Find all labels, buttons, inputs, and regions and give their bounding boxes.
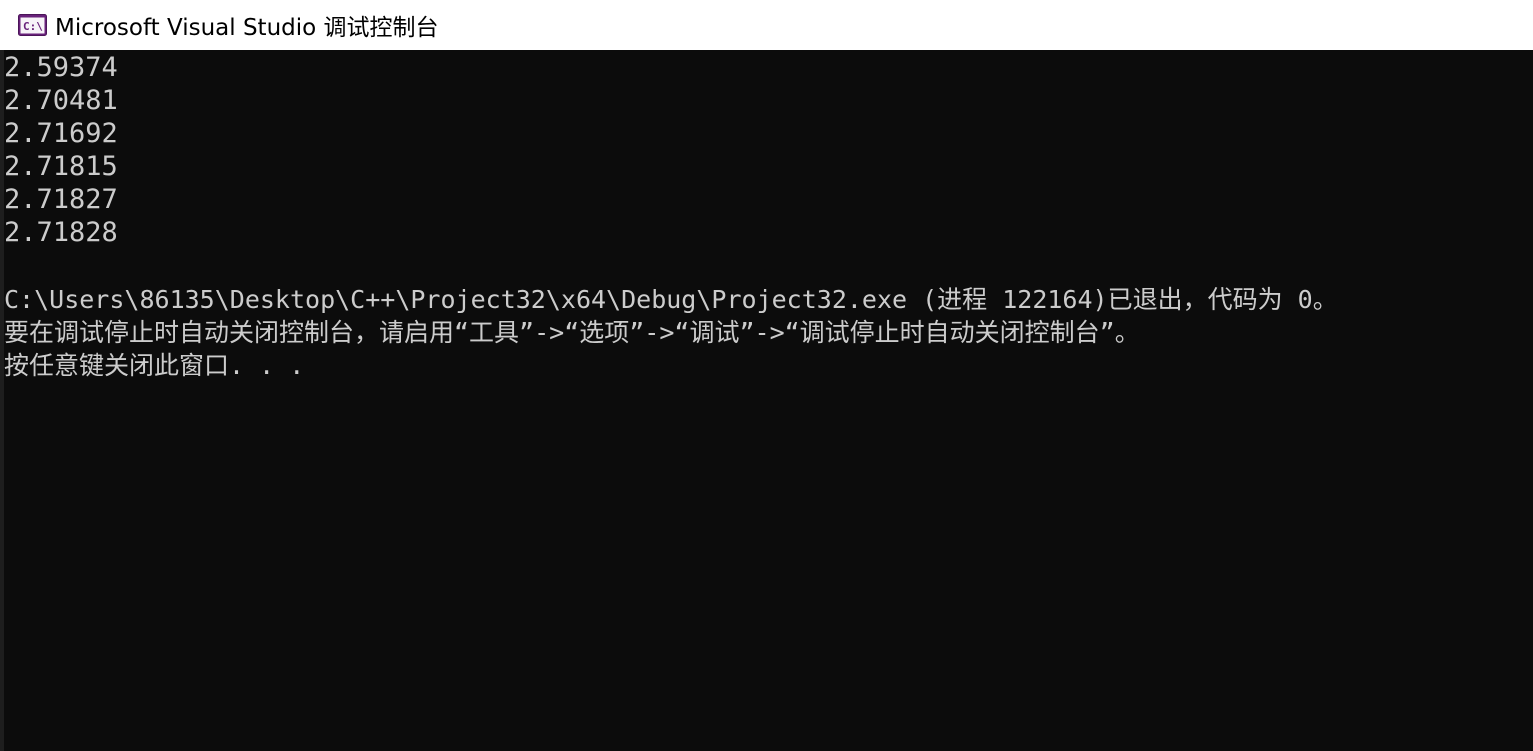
exit-message: C:\Users\86135\Desktop\C++\Project32\x64… (4, 285, 1338, 314)
console-app-icon: C:\ (18, 14, 47, 36)
output-line-3: 2.71692 (4, 118, 118, 149)
output-line-5: 2.71827 (4, 184, 118, 215)
press-any-key-prompt: 按任意键关闭此窗口. . . (4, 351, 305, 380)
console-output[interactable] (0, 50, 1533, 751)
window-title: Microsoft Visual Studio 调试控制台 (55, 15, 439, 41)
svg-text:C:\: C:\ (23, 20, 43, 33)
auto-close-hint: 要在调试停止时自动关闭控制台，请启用“工具”->“选项”->“调试”->“调试停… (4, 318, 1140, 347)
output-line-1: 2.59374 (4, 52, 118, 83)
console-window: C:\ Microsoft Visual Studio 调试控制台 2.5937… (0, 0, 1533, 751)
title-bar[interactable]: C:\ Microsoft Visual Studio 调试控制台 (0, 0, 1533, 50)
output-line-2: 2.70481 (4, 85, 118, 116)
output-line-4: 2.71815 (4, 151, 118, 182)
output-line-6: 2.71828 (4, 217, 118, 248)
